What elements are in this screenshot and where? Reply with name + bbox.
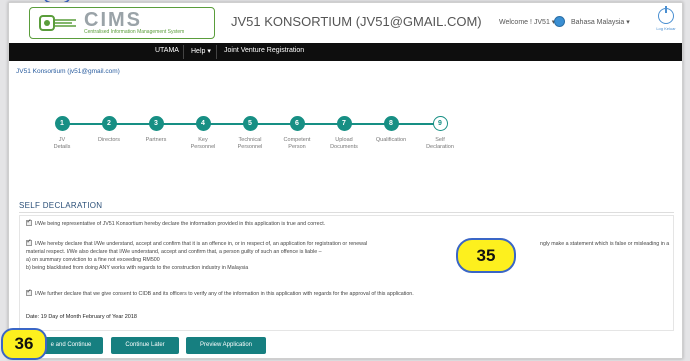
cims-logo-icon [39, 15, 76, 31]
declaration-item-2: I/We hereby declare that I/We understand… [26, 238, 670, 272]
step-label: Directors [86, 137, 132, 144]
save-continue-button[interactable]: e and Continue [39, 337, 103, 354]
step-1[interactable]: 1 JV Details [39, 113, 85, 151]
step-number: 4 [195, 116, 211, 131]
step-number: 8 [383, 116, 399, 131]
nav-item-utama[interactable]: UTAMA [155, 47, 179, 54]
step-label: Upload Documents [321, 137, 367, 151]
step-label: Self Declaration [417, 137, 463, 151]
continue-later-button[interactable]: Continue Later [111, 337, 179, 354]
step-label-line-2: Details [53, 144, 71, 150]
step-number: 5 [242, 116, 258, 131]
user-menu[interactable]: Welcome ! JV51 ▾ [499, 18, 555, 26]
power-icon [658, 6, 674, 24]
nav-item-help[interactable]: Help ▾ [191, 47, 211, 55]
annotation-callout-36: 36 [1, 328, 47, 360]
declaration-text-2c: material respect. I/We also declare that… [26, 249, 322, 255]
step-number: 7 [336, 116, 352, 131]
step-5[interactable]: 5 Technical Personnel [227, 113, 273, 151]
declaration-item-1: I/We being representative of JV51 Konsor… [26, 218, 326, 228]
declaration-date: Date: 19 Day of Month February of Year 2… [26, 314, 137, 320]
divider [19, 212, 674, 213]
preview-application-button[interactable]: Preview Application [186, 337, 266, 354]
step-number: 1 [54, 116, 70, 131]
nav-divider [183, 45, 184, 59]
progress-stepper: 1 JV Details 2 Directors 3 Partners 4 Key Personn… [39, 113, 469, 183]
step-label-line-1: Directors [97, 137, 120, 143]
declaration-checkbox-1[interactable] [26, 218, 32, 226]
step-label: Qualification [368, 137, 414, 144]
declaration-panel: I/We being representative of JV51 Konsor… [19, 215, 674, 331]
declaration-text-2a: I/We hereby declare that I/We understand… [35, 241, 368, 247]
step-label-line-1: Technical [238, 137, 262, 143]
step-label: Competent Person [274, 137, 320, 151]
declaration-text-1: I/We being representative of JV51 Konsor… [35, 221, 326, 227]
step-9[interactable]: 9 Self Declaration [417, 113, 463, 151]
step-label-line-1: Competent [283, 137, 311, 143]
annotation-callout-35: 35 [456, 238, 516, 273]
step-label: Partners [133, 137, 179, 144]
declaration-line: I/We hereby declare that I/We understand… [26, 238, 670, 248]
declaration-checkbox-2[interactable] [26, 238, 32, 246]
step-label-line-1: JV [58, 137, 66, 143]
company-link[interactable]: JV51 Konsortium (jv51@gmail.com) [16, 68, 120, 75]
step-label-line-2: Personnel [190, 144, 216, 150]
step-number: 3 [148, 116, 164, 131]
step-label: JV Details [39, 137, 85, 151]
cims-logo[interactable]: CIMS Centralised Information Management … [29, 7, 215, 39]
step-number: 2 [101, 116, 117, 131]
step-number: 9 [432, 116, 448, 131]
declaration-text-2d: a) on summary conviction to a fine not e… [26, 257, 160, 263]
declaration-text-2b: ngly make a statement which is false or … [540, 241, 670, 247]
step-label-line-1: Self [435, 137, 445, 143]
step-number: 6 [289, 116, 305, 131]
step-label-line-2: Person [288, 144, 306, 150]
step-label: Technical Personnel [227, 137, 273, 151]
logo-subtitle: Centralised Information Management Syste… [84, 29, 185, 35]
step-2[interactable]: 2 Directors [86, 113, 132, 144]
page-title: JV51 KONSORTIUM (JV51@GMAIL.COM) [231, 14, 482, 29]
step-7[interactable]: 7 Upload Documents [321, 113, 367, 151]
step-label-line-2: Declaration [426, 144, 454, 150]
main-nav: UTAMA Help ▾ Joint Venture Registration [9, 43, 682, 61]
globe-icon [554, 16, 565, 27]
step-label-line-1: Key [198, 137, 208, 143]
step-label-line-2: Documents [330, 144, 358, 150]
step-label-line-1: Qualification [375, 137, 407, 143]
step-4[interactable]: 4 Key Personnel [180, 113, 226, 151]
declaration-item-3: I/We further declare that we give consen… [26, 288, 414, 298]
declaration-text-3: I/We further declare that we give consen… [35, 291, 414, 297]
section-title: SELF DECLARATION [19, 201, 103, 210]
language-dropdown[interactable]: Bahasa Malaysia ▾ [571, 18, 630, 26]
page-header: CIMS Centralised Information Management … [9, 3, 682, 43]
step-label-line-1: Upload [335, 137, 353, 143]
declaration-text-2e: b) being blacklisted from doing ANY work… [26, 265, 249, 271]
step-8[interactable]: 8 Qualification [368, 113, 414, 144]
step-label: Key Personnel [180, 137, 226, 151]
app-window: CIMS Centralised Information Management … [8, 2, 683, 359]
logout-button[interactable]: Log Keluar [654, 6, 678, 38]
step-label-line-1: Partners [145, 137, 167, 143]
declaration-checkbox-3[interactable] [26, 288, 32, 296]
nav-divider [216, 45, 217, 59]
step-label-line-2: Personnel [237, 144, 263, 150]
step-6[interactable]: 6 Competent Person [274, 113, 320, 151]
step-3[interactable]: 3 Partners [133, 113, 179, 144]
nav-item-jv-registration[interactable]: Joint Venture Registration [224, 47, 304, 54]
logout-label: Log Keluar [656, 26, 676, 31]
